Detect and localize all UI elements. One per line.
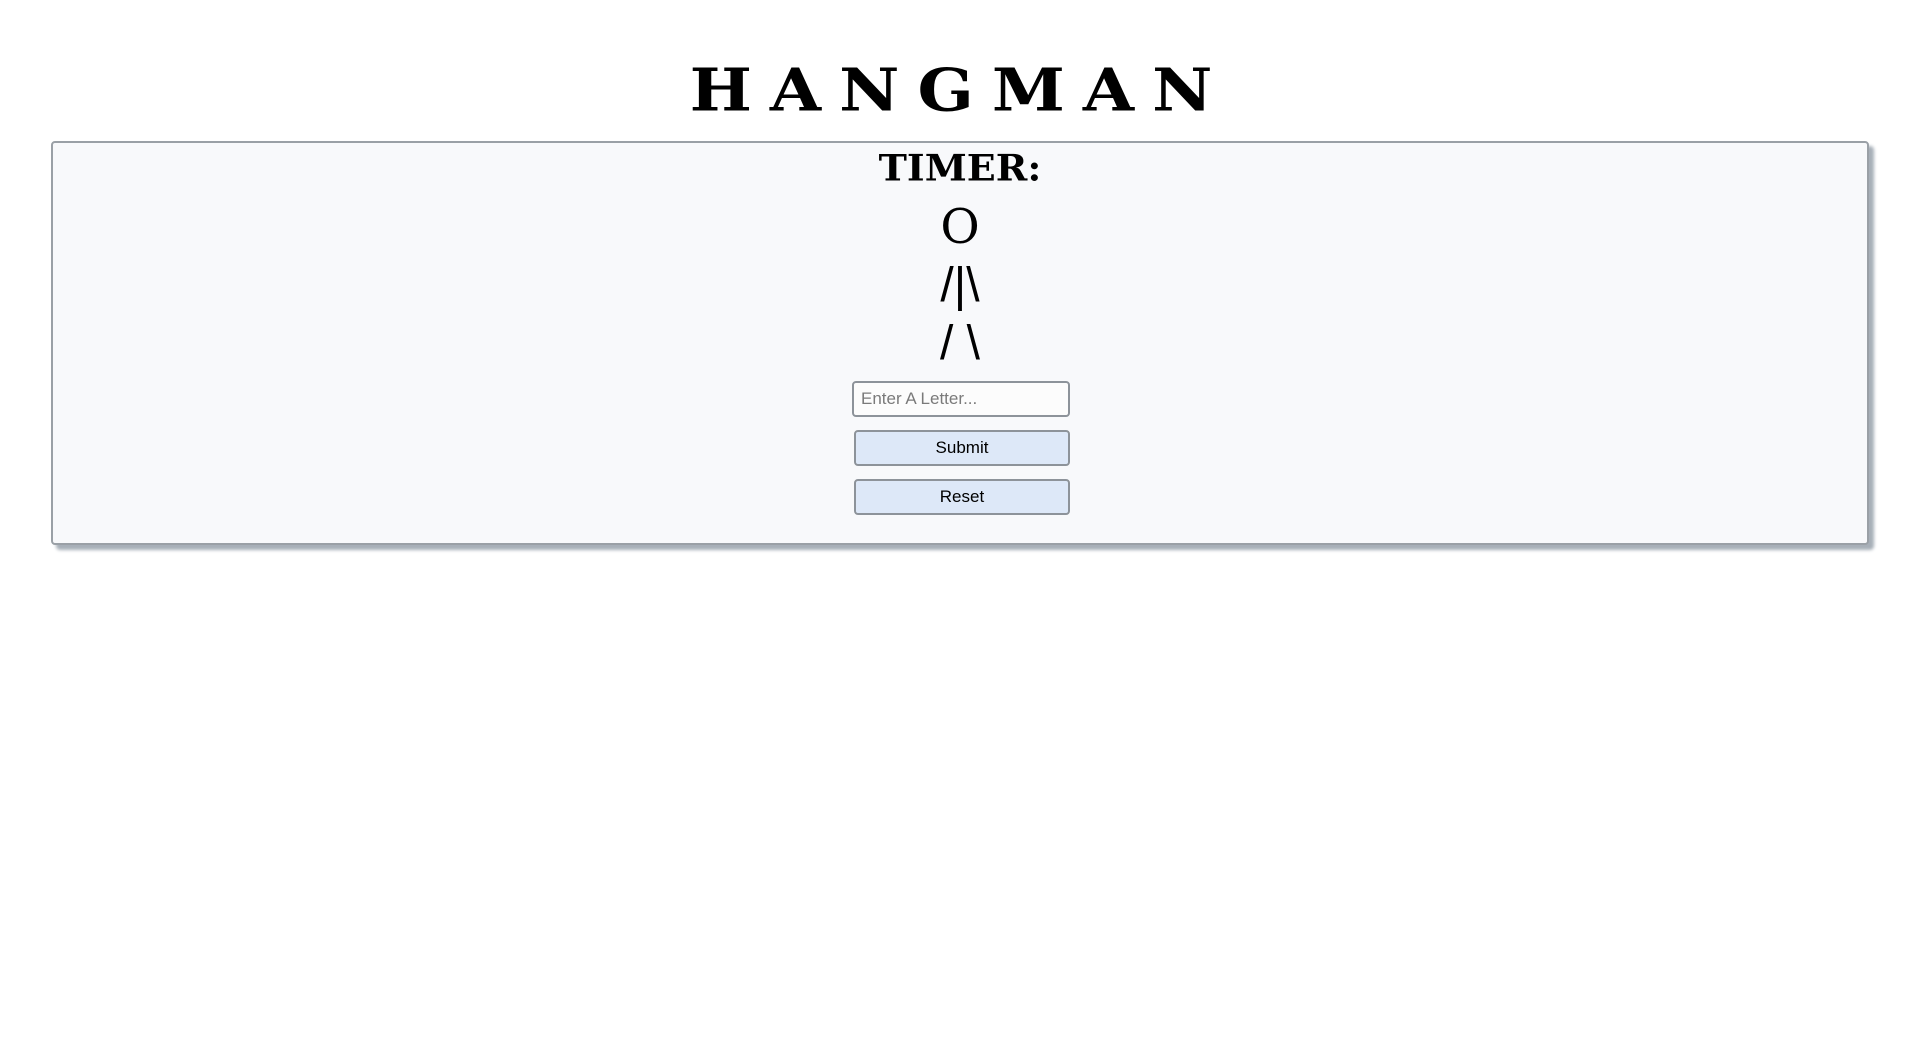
hangman-legs: / \ [939,317,980,370]
hangman-torso: /|\ [940,259,980,312]
page-title: HANGMAN [689,54,1231,126]
letter-input[interactable] [852,381,1070,417]
timer-label: TIMER: [878,146,1042,189]
hangman-head: O [940,199,980,255]
submit-button[interactable]: Submit [854,430,1070,466]
reset-button[interactable]: Reset [854,479,1070,515]
game-panel: TIMER: O /|\ / \ Submit Reset [51,141,1869,545]
